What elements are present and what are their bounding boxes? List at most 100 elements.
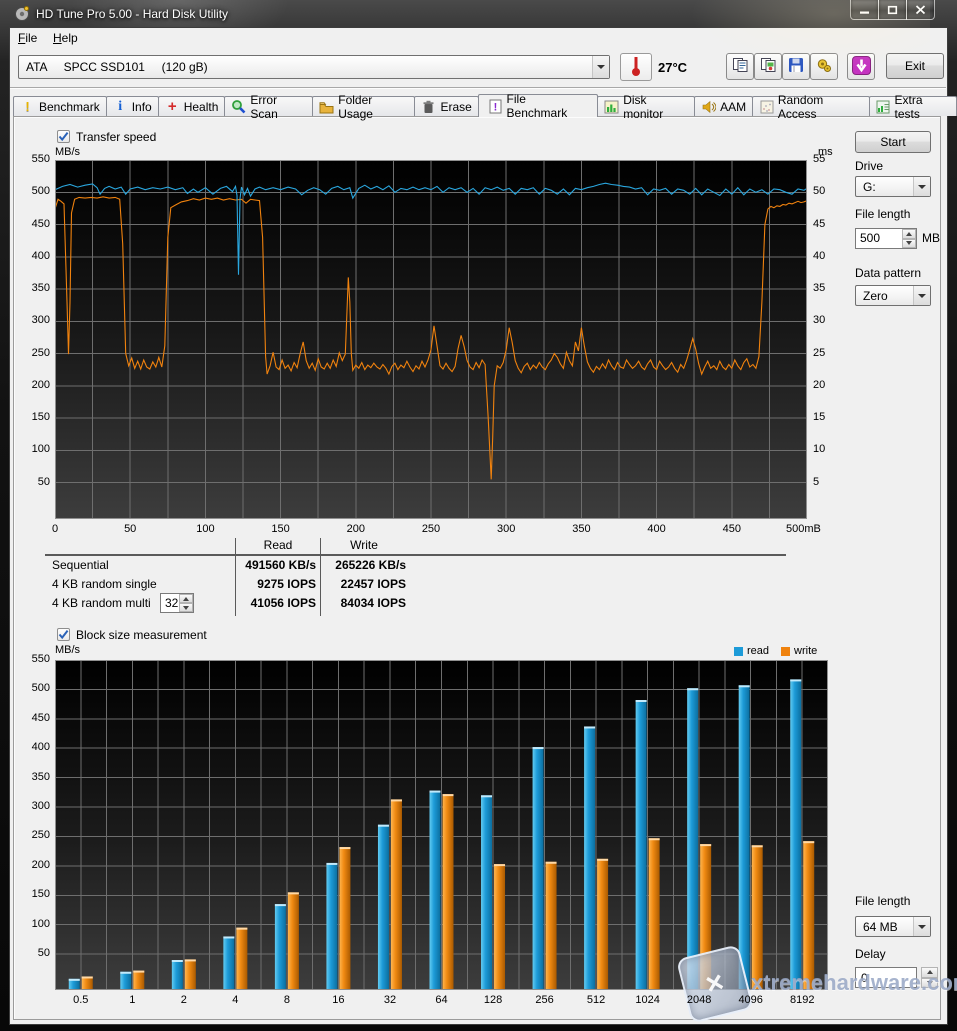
y-axis-tick: 250	[20, 829, 50, 841]
folder-usage-icon	[319, 99, 334, 114]
file-length-unit: MB	[922, 231, 940, 245]
spin-down-button[interactable]	[902, 239, 916, 249]
results-table: Read Write Sequential491560 KB/s265226 K…	[45, 538, 786, 618]
bar-read	[223, 936, 234, 990]
y-axis-tick-left: 500	[20, 185, 50, 197]
y-axis-tick-right: 50	[813, 185, 839, 197]
file-length-spinner	[902, 229, 916, 248]
data-pattern-select[interactable]: Zero	[855, 285, 931, 306]
bar-write	[546, 862, 557, 990]
transfer-speed-label: Transfer speed	[76, 130, 156, 144]
tab-folder-usage[interactable]: Folder Usage	[312, 96, 415, 116]
menu-help[interactable]: Help	[53, 31, 78, 45]
y-axis-tick-right: 20	[813, 379, 839, 391]
x-axis-end-label: 500mB	[786, 523, 836, 535]
tab-info[interactable]: iInfo	[106, 96, 159, 116]
save-button[interactable]	[782, 53, 810, 80]
x-axis-tick: 0	[35, 523, 75, 535]
result-write-value: 84034 IOPS	[322, 596, 406, 610]
bar-write	[133, 971, 144, 990]
copy-text-button[interactable]	[726, 53, 754, 80]
tab-error-scan[interactable]: Error Scan	[224, 96, 313, 116]
spin-up-button[interactable]	[179, 594, 193, 603]
tab-disk-monitor[interactable]: Disk monitor	[597, 96, 695, 116]
x-category-label: 16	[313, 994, 363, 1006]
bar-read	[790, 679, 801, 990]
legend-read: read	[734, 645, 769, 657]
minimize-button[interactable]	[850, 0, 879, 20]
y-axis-tick-right: 40	[813, 250, 839, 262]
info-icon: i	[113, 99, 128, 114]
file-length-value[interactable]: 500	[856, 229, 902, 248]
tab-extra-tests[interactable]: Extra tests	[869, 96, 957, 116]
tab-random-access[interactable]: Random Access	[752, 96, 870, 116]
x-axis-tick: 50	[110, 523, 150, 535]
tab-label: Error Scan	[250, 93, 306, 121]
tab-health[interactable]: +Health	[158, 96, 226, 116]
result-write-value: 265226 KB/s	[322, 558, 406, 572]
y-axis-tick-left: 250	[20, 347, 50, 359]
y-axis-tick-right: 45	[813, 218, 839, 230]
temperature-value: 27°C	[658, 60, 687, 75]
bar-write	[236, 928, 247, 990]
y-axis-tick: 100	[20, 918, 50, 930]
spin-down-button[interactable]	[179, 603, 193, 612]
legend-read-label: read	[747, 645, 769, 657]
bar-read	[378, 825, 389, 990]
tab-file-benchmark[interactable]: !File Benchmark	[478, 94, 598, 117]
y-axis-tick-left: 100	[20, 443, 50, 455]
file-length2-value: 64 MB	[856, 920, 913, 934]
download-button[interactable]	[847, 53, 875, 80]
erase-icon	[421, 99, 436, 114]
bar-write	[752, 845, 763, 990]
copy-image-button[interactable]	[754, 53, 782, 80]
start-button[interactable]: Start	[855, 131, 931, 153]
x-category-label: 512	[571, 994, 621, 1006]
chevron-down-icon	[592, 56, 609, 78]
exit-button[interactable]: Exit	[886, 53, 944, 79]
drive-select[interactable]: G:	[855, 176, 931, 197]
tab-benchmark[interactable]: !Benchmark	[13, 96, 107, 116]
device-selector[interactable]: ATA SPCC SSD101 (120 gB)	[18, 55, 610, 79]
tab-label: File Benchmark	[507, 92, 589, 120]
bar-write	[597, 859, 608, 990]
file-length2-select[interactable]: 64 MB	[855, 916, 931, 937]
file-length2-label: File length	[855, 894, 910, 908]
x-axis-tick: 250	[411, 523, 451, 535]
write-swatch	[781, 647, 790, 656]
file-length-label: File length	[855, 207, 910, 221]
queue-depth-value[interactable]: 32	[161, 594, 179, 612]
queue-depth-stepper[interactable]: 32	[160, 593, 194, 613]
read-column-header: Read	[236, 538, 320, 552]
options-button[interactable]	[810, 53, 838, 80]
x-axis-tick: 150	[261, 523, 301, 535]
health-icon: +	[165, 99, 180, 114]
y-axis-tick: 350	[20, 771, 50, 783]
y-axis-tick-left: 350	[20, 282, 50, 294]
block-size-chart	[55, 660, 828, 990]
y-axis-tick-left: 550	[20, 153, 50, 165]
block-size-checkbox[interactable]	[57, 628, 70, 641]
bar-read	[687, 688, 698, 990]
bar-write	[339, 847, 350, 990]
file-length-input[interactable]: 500	[855, 228, 917, 249]
spin-up-button[interactable]	[902, 229, 916, 239]
y-axis-tick-left: 50	[20, 476, 50, 488]
menu-file[interactable]: File	[18, 31, 37, 45]
thermometer-icon	[630, 54, 642, 81]
write-column-header: Write	[322, 538, 406, 552]
close-button[interactable]	[906, 0, 935, 20]
header-separator	[45, 554, 786, 556]
bar-write	[288, 892, 299, 990]
transfer-speed-checkbox[interactable]	[57, 130, 70, 143]
y-axis-tick-right: 35	[813, 282, 839, 294]
legend-write-label: write	[794, 645, 817, 657]
bar-read	[739, 685, 750, 990]
tab-erase[interactable]: Erase	[414, 96, 478, 116]
maximize-button[interactable]	[878, 0, 907, 20]
y-axis-tick: 50	[20, 947, 50, 959]
bar-read	[275, 904, 286, 990]
tab-aam[interactable]: AAM	[694, 96, 753, 116]
y-axis-tick-left: 300	[20, 314, 50, 326]
temperature-indicator	[620, 53, 652, 81]
